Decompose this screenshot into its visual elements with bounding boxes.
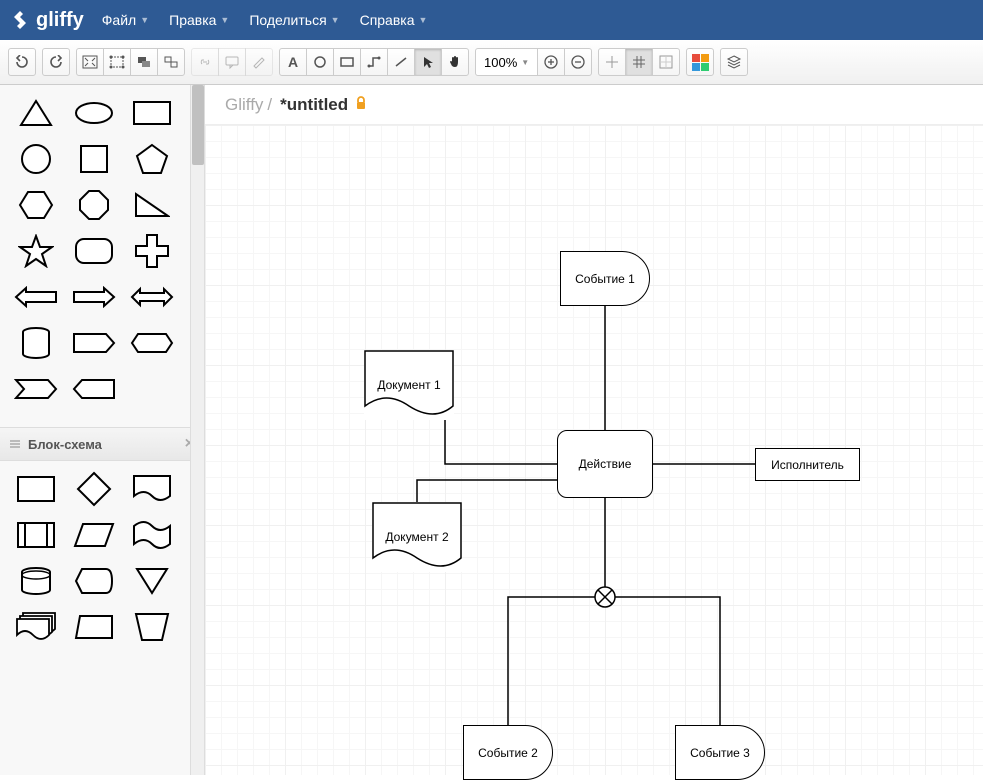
lock-icon[interactable] xyxy=(354,95,368,115)
group-button[interactable] xyxy=(130,48,158,76)
pointer-tool-button[interactable] xyxy=(414,48,442,76)
menu-edit[interactable]: Правка▼ xyxy=(169,12,229,28)
layers-button[interactable] xyxy=(720,48,748,76)
shape-hexbar[interactable] xyxy=(130,325,174,361)
shape-arrow-left[interactable] xyxy=(14,279,58,315)
shape-tag-right[interactable] xyxy=(72,325,116,361)
node-executor[interactable]: Исполнитель xyxy=(755,448,860,481)
node-event1[interactable]: Событие 1 xyxy=(560,251,650,306)
node-doc2[interactable]: Документ 2 xyxy=(372,502,462,572)
drag-handle-icon xyxy=(10,440,20,448)
shape-right-triangle[interactable] xyxy=(130,187,174,223)
shapes-sidebar: Блок-схема × xyxy=(0,85,205,775)
diagram-canvas[interactable]: Событие 1 Документ 1 Действие Исполнител… xyxy=(205,125,983,775)
fc-triangle-down[interactable] xyxy=(130,563,174,599)
zoom-in-button[interactable] xyxy=(537,48,565,76)
fc-paper[interactable] xyxy=(130,517,174,553)
undo-button[interactable] xyxy=(8,48,36,76)
shape-plus[interactable] xyxy=(130,233,174,269)
node-action[interactable]: Действие xyxy=(557,430,653,498)
main-menu: Файл▼ Правка▼ Поделиться▼ Справка▼ xyxy=(102,12,428,28)
fc-data[interactable] xyxy=(72,517,116,553)
breadcrumb-app[interactable]: Gliffy xyxy=(225,95,263,115)
zoom-out-button[interactable] xyxy=(564,48,592,76)
comment-button xyxy=(218,48,246,76)
shape-pentagon[interactable] xyxy=(130,141,174,177)
shape-circle[interactable] xyxy=(14,141,58,177)
menu-share[interactable]: Поделиться▼ xyxy=(249,12,339,28)
fc-manual-op[interactable] xyxy=(72,609,116,645)
link-button xyxy=(191,48,219,76)
fc-display[interactable] xyxy=(72,563,116,599)
select-all-button[interactable] xyxy=(103,48,131,76)
flowchart-panel-header[interactable]: Блок-схема × xyxy=(0,427,204,461)
shape-hexagon[interactable] xyxy=(14,187,58,223)
toolbar: A 100% ▼ xyxy=(0,40,983,85)
flowchart-shapes-panel xyxy=(0,461,191,665)
grid-toggle-button[interactable] xyxy=(652,48,680,76)
fc-decision[interactable] xyxy=(72,471,116,507)
text-tool-button[interactable]: A xyxy=(279,48,307,76)
shape-square[interactable] xyxy=(72,141,116,177)
ungroup-button[interactable] xyxy=(157,48,185,76)
fc-process[interactable] xyxy=(14,471,58,507)
line-tool-button[interactable] xyxy=(387,48,415,76)
breadcrumb-doc[interactable]: *untitled xyxy=(280,95,348,115)
node-event2[interactable]: Событие 2 xyxy=(463,725,553,780)
redo-button[interactable] xyxy=(42,48,70,76)
shape-arrow-right[interactable] xyxy=(72,279,116,315)
fc-document[interactable] xyxy=(130,471,174,507)
fc-multidoc[interactable] xyxy=(14,609,58,645)
shape-octagon[interactable] xyxy=(72,187,116,223)
circle-tool-button[interactable] xyxy=(306,48,334,76)
fc-database[interactable] xyxy=(14,563,58,599)
shape-roundrect[interactable] xyxy=(72,233,116,269)
shape-chevron[interactable] xyxy=(14,371,58,407)
canvas-area: Gliffy / *untitled Событие 1 xyxy=(205,85,983,775)
connector-tool-button[interactable] xyxy=(360,48,388,76)
shape-arrow-both[interactable] xyxy=(130,279,174,315)
sidebar-scrollbar[interactable] xyxy=(190,85,204,775)
snap-point-button[interactable] xyxy=(598,48,626,76)
fc-predefined[interactable] xyxy=(14,517,58,553)
node-event3[interactable]: Событие 3 xyxy=(675,725,765,780)
breadcrumb: Gliffy / *untitled xyxy=(205,85,983,125)
pan-tool-button[interactable] xyxy=(441,48,469,76)
shape-triangle[interactable] xyxy=(14,95,58,131)
brush-button xyxy=(245,48,273,76)
shape-tag-left[interactable] xyxy=(72,371,116,407)
app-header: gliffy Файл▼ Правка▼ Поделиться▼ Справка… xyxy=(0,0,983,40)
shape-rectangle[interactable] xyxy=(130,95,174,131)
zoom-display[interactable]: 100% ▼ xyxy=(475,48,538,76)
rect-tool-button[interactable] xyxy=(333,48,361,76)
shape-star[interactable] xyxy=(14,233,58,269)
snap-grid-button[interactable] xyxy=(625,48,653,76)
app-logo[interactable]: gliffy xyxy=(10,9,102,32)
fc-manual-input[interactable] xyxy=(130,609,174,645)
basic-shapes-panel xyxy=(0,85,191,427)
theme-button[interactable] xyxy=(686,48,714,76)
shape-cylinder[interactable] xyxy=(14,325,58,361)
fit-button[interactable] xyxy=(76,48,104,76)
menu-file[interactable]: Файл▼ xyxy=(102,12,149,28)
shape-ellipse[interactable] xyxy=(72,95,116,131)
menu-help[interactable]: Справка▼ xyxy=(360,12,428,28)
node-doc1[interactable]: Документ 1 xyxy=(364,350,454,420)
